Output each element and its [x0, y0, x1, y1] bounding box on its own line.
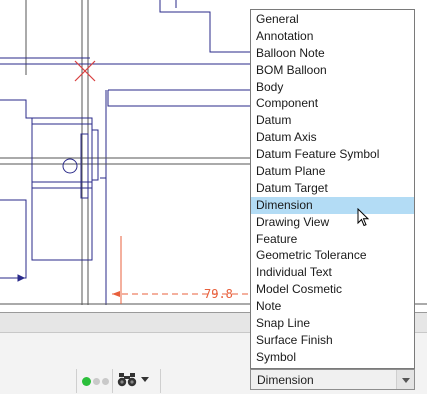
find-button[interactable] — [117, 368, 157, 390]
outline — [92, 129, 99, 181]
dropdown-option[interactable]: Datum Feature Symbol — [251, 146, 414, 163]
dropdown-option[interactable]: Surface Finish — [251, 332, 414, 349]
dropdown-option[interactable]: Annotation — [251, 28, 414, 45]
dropdown-option[interactable]: Drawing View — [251, 214, 414, 231]
dropdown-option[interactable]: General — [251, 11, 414, 28]
outline — [159, 0, 252, 53]
dropdown-option[interactable]: Datum — [251, 112, 414, 129]
selection-filter-dropdown: General Annotation Balloon Note BOM Balloon… — [250, 9, 415, 369]
status-dot-inactive — [93, 377, 100, 385]
chevron-down-icon — [402, 378, 410, 383]
dimension-arrow — [112, 291, 120, 297]
dropdown-option[interactable]: Body — [251, 79, 414, 96]
status-dot-active — [82, 376, 91, 386]
outline — [0, 99, 32, 119]
separator — [112, 369, 113, 393]
arrow-head — [17, 274, 26, 282]
dropdown-option[interactable]: BOM Balloon — [251, 62, 414, 79]
outline — [107, 90, 252, 107]
separator — [160, 369, 161, 393]
dropdown-option[interactable]: Component — [251, 95, 414, 112]
dimension-text[interactable]: 79.8 — [204, 287, 233, 301]
dropdown-option[interactable]: Dimension — [251, 196, 414, 214]
dropdown-option[interactable]: Datum Axis — [251, 129, 414, 146]
selection-filter-select[interactable]: Dimension — [250, 369, 415, 390]
dropdown-option[interactable]: Model Cosmetic — [251, 281, 414, 298]
dropdown-option[interactable]: Note — [251, 298, 414, 315]
mouse-pointer-icon — [357, 208, 370, 227]
dropdown-option[interactable]: Datum Target — [251, 180, 414, 197]
dropdown-option[interactable]: Balloon Note — [251, 45, 414, 62]
dropdown-toggle[interactable] — [396, 370, 414, 389]
status-dot-inactive — [102, 377, 109, 385]
dropdown-option[interactable]: Feature — [251, 231, 414, 248]
dropdown-option[interactable]: Symbol — [251, 349, 414, 366]
part-body — [31, 117, 93, 189]
selection-filter-value: Dimension — [257, 373, 314, 387]
dropdown-option[interactable]: Snap Line — [251, 315, 414, 332]
dropdown-option[interactable]: Datum Plane — [251, 163, 414, 180]
binoculars-icon — [117, 373, 137, 387]
dropdown-option[interactable]: Geometric Tolerance — [251, 247, 414, 264]
status-dots-icon[interactable] — [82, 375, 109, 387]
dropdown-option[interactable]: Individual Text — [251, 264, 414, 281]
chevron-down-icon[interactable] — [141, 376, 149, 382]
separator — [76, 369, 77, 393]
outline — [31, 188, 93, 261]
hole — [62, 158, 78, 174]
outline — [0, 199, 27, 279]
